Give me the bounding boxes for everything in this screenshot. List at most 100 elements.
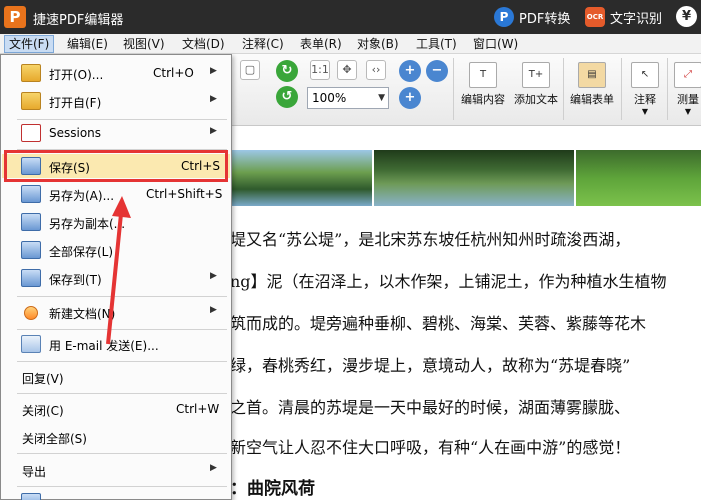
ocr-label: 文字识别 — [610, 11, 663, 27]
zoom-value: 100% — [312, 91, 347, 105]
annotate-label: 注释 — [634, 93, 656, 106]
menu-edit[interactable]: 编辑(E) — [63, 35, 112, 53]
fit-page-icon[interactable]: ✥ — [337, 60, 357, 80]
menu-item-save-copy[interactable]: 另存为副本(... — [2, 210, 230, 234]
menu-item-label: 另存为(A)... — [49, 189, 115, 203]
menu-separator — [17, 393, 227, 394]
new-document-icon — [24, 306, 38, 320]
select-tool-icon[interactable]: ▢ — [240, 60, 260, 80]
menu-item-shortcut: Ctrl+W — [176, 402, 220, 416]
submenu-arrow-icon: ▶ — [210, 463, 217, 473]
pdf-convert-label: PDF转换 — [519, 11, 571, 27]
menu-separator — [17, 329, 227, 330]
menu-item-label: 导出 — [22, 465, 47, 479]
menu-form[interactable]: 表单(R) — [296, 35, 346, 53]
menu-item-export[interactable]: 导出 ▶ — [2, 458, 230, 482]
submenu-arrow-icon: ▶ — [210, 126, 217, 136]
fit-width-icon[interactable]: ‹› — [366, 60, 386, 80]
sessions-icon — [21, 124, 41, 142]
edit-content-button[interactable]: T 编辑内容 — [457, 62, 509, 107]
menu-tools[interactable]: 工具(T) — [412, 35, 461, 53]
actual-size-icon[interactable]: 1:1 — [310, 60, 330, 80]
pdf-convert-icon: P — [494, 7, 514, 27]
menu-item-sessions[interactable]: Sessions ▶ — [2, 121, 230, 145]
edit-form-icon: ▤ — [578, 62, 606, 88]
annotate-icon: ↖ — [631, 62, 659, 88]
app-title: 捷速PDF编辑器 — [33, 13, 124, 28]
rotate-ccw-icon[interactable]: ↺ — [276, 86, 298, 108]
submenu-arrow-icon: ▶ — [210, 271, 217, 281]
menu-item-label: 新建文档(N) — [49, 307, 116, 321]
folder-open-icon — [21, 64, 41, 82]
app-logo-icon: P — [4, 6, 26, 28]
menu-item-save-to[interactable]: 保存到(T) ▶ — [2, 266, 230, 290]
menu-item-label: 保存到(T) — [49, 273, 102, 287]
zoom-select[interactable]: 100% ▼ — [307, 87, 389, 109]
print-icon — [21, 493, 41, 500]
toolbar-divider — [453, 58, 454, 120]
annotate-dropdown-icon: ▼ — [641, 107, 649, 116]
submenu-arrow-icon: ▶ — [210, 66, 217, 76]
menu-item-close-all[interactable]: 关闭全部(S) — [2, 425, 230, 449]
menu-item-shortcut: Ctrl+Shift+S — [146, 187, 223, 201]
menu-separator — [17, 119, 227, 120]
menu-item-label: 打开(O)... — [49, 68, 104, 82]
edit-form-label: 编辑表单 — [570, 93, 614, 106]
photo-lawn — [576, 150, 701, 206]
menu-item-cut-off[interactable] — [2, 490, 230, 500]
edit-content-label: 编辑内容 — [461, 93, 505, 106]
save-to-icon — [21, 269, 41, 287]
measure-icon: ⤢ — [674, 62, 701, 88]
add-text-button[interactable]: T+ 添加文本 — [510, 62, 562, 107]
zoom-in-icon[interactable]: + — [399, 87, 421, 109]
measure-button[interactable]: ⤢ 测量 ▼ — [673, 62, 701, 116]
menu-view[interactable]: 视图(V) — [119, 35, 169, 53]
menu-item-save-all[interactable]: 全部保存(L) — [2, 238, 230, 262]
photo-lake-trees — [232, 150, 372, 206]
menu-document[interactable]: 文档(D) — [178, 35, 229, 53]
menu-bar: 文件(F) 编辑(E) 视图(V) 文档(D) 注释(C) 表单(R) 对象(B… — [0, 34, 701, 54]
menu-item-close[interactable]: 关闭(C) Ctrl+W — [2, 397, 230, 421]
zoom-out-icon[interactable]: − — [426, 60, 448, 82]
add-text-icon: T+ — [522, 62, 550, 88]
measure-label: 测量 — [677, 93, 699, 106]
toolbar-divider — [667, 58, 668, 120]
paragraph-line: 绿，春桃秀红，漫步堤上，意境动人，故称为“苏堤春晓” — [230, 356, 631, 375]
menu-item-revert[interactable]: 回复(V) — [2, 365, 230, 389]
menu-annotate[interactable]: 注释(C) — [238, 35, 288, 53]
menu-item-open[interactable]: 打开(O)... Ctrl+O ▶ — [2, 61, 230, 85]
zoom-in-magnifier-icon[interactable]: + — [399, 60, 421, 82]
chevron-down-icon: ▼ — [378, 93, 385, 103]
edit-form-button[interactable]: ▤ 编辑表单 — [566, 62, 618, 107]
highlight-box — [4, 150, 228, 182]
menu-separator — [17, 296, 227, 297]
save-all-icon — [21, 241, 41, 259]
menu-window[interactable]: 窗口(W) — [469, 35, 522, 53]
submenu-arrow-icon: ▶ — [210, 94, 217, 104]
paragraph-line: 堤又名“苏公堤”，是北宋苏东坡任杭州知州时疏浚西湖， — [230, 230, 631, 249]
menu-item-label: 打开自(F) — [49, 96, 102, 110]
paragraph-line: 之首。清晨的苏堤是一天中最好的时候，湖面薄雾朦胧、 — [230, 398, 631, 417]
save-as-icon — [21, 185, 41, 203]
menu-item-open-from[interactable]: 打开自(F) ▶ — [2, 89, 230, 113]
menu-item-label: 全部保存(L) — [49, 245, 114, 259]
menu-item-save-as[interactable]: 另存为(A)... Ctrl+Shift+S — [2, 182, 230, 206]
menu-object[interactable]: 对象(B) — [353, 35, 403, 53]
menu-separator — [17, 453, 227, 454]
menu-item-label: 关闭(C) — [22, 404, 64, 418]
file-menu-dropdown: 打开(O)... Ctrl+O ▶ 打开自(F) ▶ Sessions ▶ 保存… — [0, 54, 232, 500]
pdf-convert-button[interactable]: P PDF转换 — [494, 6, 570, 28]
paragraph-line: 筑而成的。堤旁遍种垂柳、碧桃、海棠、芙蓉、紫藤等花木 — [230, 314, 647, 333]
menu-item-email[interactable]: 用 E-mail 发送(E)... — [2, 332, 230, 356]
rotate-cw-icon[interactable]: ↻ — [276, 60, 298, 82]
yen-icon[interactable]: ¥ — [676, 6, 697, 27]
folder-globe-icon — [21, 92, 41, 110]
menu-file[interactable]: 文件(F) — [4, 35, 55, 53]
ocr-button[interactable]: OCR 文字识别 — [585, 6, 662, 28]
toolbar-divider — [563, 58, 564, 120]
menu-item-new-document[interactable]: 新建文档(N) ▶ — [2, 300, 230, 324]
paragraph-line: 新空气让人忍不住大口呼吸，有种“人在画中游”的感觉！ — [230, 438, 631, 457]
annotate-button[interactable]: ↖ 注释 ▼ — [626, 62, 664, 116]
measure-dropdown-icon: ▼ — [684, 107, 692, 116]
menu-item-shortcut: Ctrl+O — [153, 66, 194, 80]
